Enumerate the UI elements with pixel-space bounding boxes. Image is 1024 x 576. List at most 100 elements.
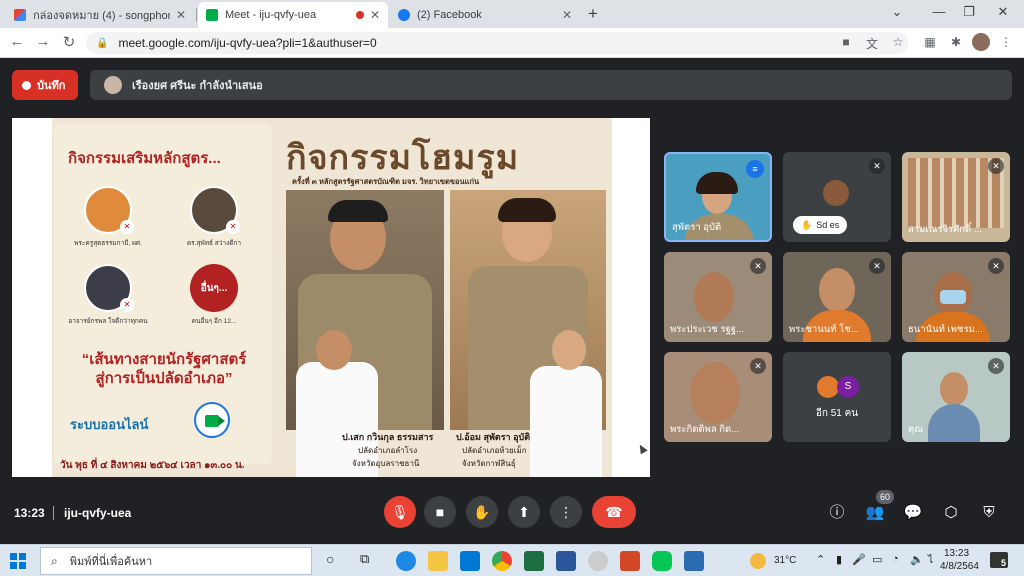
weather-icon[interactable] xyxy=(750,553,766,569)
meeting-code: iju-qvfy-uea xyxy=(64,506,132,520)
guest-3: ✕ อาจารย์กรพล ใจดีกว่าทุกคน xyxy=(58,264,158,326)
tab-meet[interactable]: Meet - iju-qvfy-uea ✕ xyxy=(198,2,388,28)
battery-icon[interactable]: ▮ xyxy=(836,553,842,566)
close-icon[interactable]: ✕ xyxy=(562,8,572,22)
more-participants-tile[interactable]: S อีก 51 คน xyxy=(783,352,891,442)
clock-date[interactable]: 4/8/2564 xyxy=(940,561,979,572)
guest-name: อาจารย์กรพล ใจดีกว่าทุกคน xyxy=(68,318,148,325)
present-now-button[interactable]: ⬆ xyxy=(508,496,540,528)
slide: กิจกรรมเสริมหลักสูตร... ✕ พระครูสุตธรรมก… xyxy=(52,118,612,477)
line-app-icon[interactable] xyxy=(652,551,672,571)
guest-2: ✕ ดร.สุพัทธ์ สว่างดีกา xyxy=(164,186,264,248)
store-icon[interactable] xyxy=(460,551,480,571)
slide-quote: “เส้นทางสายนักรัฐศาสตร์ สู่การเป็นปลัดอำ… xyxy=(64,350,264,388)
participant-tile-self[interactable]: ✕ คุณ xyxy=(902,352,1010,442)
cutout-female xyxy=(530,366,602,477)
raise-hand-button[interactable]: ✋ xyxy=(466,496,498,528)
more-participants-label: อีก 51 คน xyxy=(815,408,859,419)
input-language-icon[interactable]: ไ xyxy=(928,553,933,568)
close-icon[interactable]: ✕ xyxy=(370,8,380,22)
guest-more: อื่นๆ... คนอื่นๆ อีก 12... xyxy=(164,264,264,326)
tab-gmail[interactable]: กล่องจดหมาย (4) - songphon.cho@... ✕ xyxy=(6,2,194,28)
tab-search-icon[interactable]: ⌄ xyxy=(882,4,912,20)
host-controls-icon[interactable]: ⛨ xyxy=(978,502,1000,524)
task-view-icon[interactable]: ⧉ xyxy=(360,551,369,567)
window-close-icon[interactable]: ✕ xyxy=(988,4,1018,20)
minimize-icon[interactable]: — xyxy=(924,4,954,19)
chevron-up-icon[interactable]: ⌃ xyxy=(816,553,825,566)
videocam-icon: ■ xyxy=(435,504,445,520)
more-vert-icon: ⋮ xyxy=(559,504,573,520)
meeting-details-icon[interactable]: ⓘ xyxy=(826,502,848,524)
close-icon[interactable]: ✕ xyxy=(176,8,186,22)
mic-off-icon: ✕ xyxy=(750,358,766,374)
participant-tile[interactable]: ✕ พระประเวช รฐฐ... xyxy=(664,252,772,342)
maximize-icon[interactable]: ❐ xyxy=(954,4,984,20)
participant-tile-speaking[interactable]: ≡ สุพัตรา อุบัติ xyxy=(664,152,772,242)
photos-icon[interactable] xyxy=(684,551,704,571)
present-screen-icon: ⬆ xyxy=(518,504,530,520)
raised-hand-icon: ✋ xyxy=(801,219,813,230)
volume-icon[interactable]: 🔈 xyxy=(910,553,924,566)
powerpoint-icon[interactable] xyxy=(620,551,640,571)
mic-icon[interactable]: 🎤 xyxy=(852,553,866,566)
word-icon[interactable] xyxy=(556,551,576,571)
windows-start-icon[interactable] xyxy=(10,553,26,569)
wifi-icon[interactable]: ◔ xyxy=(892,553,899,565)
presentation-view[interactable]: กิจกรรมเสริมหลักสูตร... ✕ พระครูสุตธรรมก… xyxy=(12,118,650,477)
clock-time[interactable]: 13:23 xyxy=(944,548,969,559)
camera-icon[interactable]: ■ xyxy=(838,35,854,49)
meeting-time: 13:23 xyxy=(14,506,45,520)
file-explorer-icon[interactable] xyxy=(428,551,448,571)
camera-toggle-button[interactable]: ■ xyxy=(424,496,456,528)
apps-grid-icon[interactable]: ▦ xyxy=(922,35,938,49)
menu-kebab-icon[interactable]: ⋮ xyxy=(998,35,1014,49)
mic-off-icon: ✕ xyxy=(120,298,134,312)
person1-position: ปลัดอำเภอลำโรง xyxy=(358,446,418,455)
participant-tile[interactable]: ✕ ธนานันท์ เพชรม... xyxy=(902,252,1010,342)
participant-name: พระกิตติพล กิต... xyxy=(670,424,740,435)
taskbar-search[interactable]: ⌕ พิมพ์ที่นี่เพื่อค้นหา xyxy=(40,547,312,575)
chrome-icon[interactable] xyxy=(492,551,512,571)
participant-tile[interactable]: ✕ พระชานนท์ โช... xyxy=(783,252,891,342)
tab-facebook[interactable]: (2) Facebook ✕ xyxy=(390,2,580,28)
address-bar[interactable]: 🔒 meet.google.com/iju-qvfy-uea?pli=1&aut… xyxy=(86,32,908,54)
participant-tile[interactable]: ✕ สามเณรจิรศักดิ์ ... xyxy=(902,152,1010,242)
record-label: บันทึก xyxy=(37,80,66,92)
tool-icon[interactable] xyxy=(588,551,608,571)
person1-name: ป.เสก กวินกุล ธรรมสาร xyxy=(342,432,434,442)
leave-call-button[interactable]: ☎ xyxy=(592,496,636,528)
chat-icon[interactable]: 💬 xyxy=(902,502,924,524)
lock-icon: 🔒 xyxy=(96,37,109,49)
forward-icon[interactable]: → xyxy=(32,33,54,50)
participant-tile[interactable]: ✕ ✋ Sd es xyxy=(783,152,891,242)
mic-toggle-button[interactable]: 🎙 xyxy=(384,496,416,528)
cortana-icon[interactable]: ○ xyxy=(326,551,334,567)
mouse-cursor-icon xyxy=(636,442,648,455)
record-button[interactable]: บันทึก xyxy=(12,70,78,100)
more-options-button[interactable]: ⋮ xyxy=(550,496,582,528)
back-icon[interactable]: ← xyxy=(6,33,28,50)
participant-avatar xyxy=(817,376,839,398)
reload-icon[interactable]: ↻ xyxy=(58,33,80,51)
tab-title: กล่องจดหมาย (4) - songphon.cho@... xyxy=(33,10,170,22)
presenter-avatar xyxy=(104,76,122,94)
edge-icon[interactable] xyxy=(396,551,416,571)
people-icon[interactable]: 👥 xyxy=(864,502,886,524)
presenter-bar[interactable]: เรืองยศ ศรีนะ กำลังนำเสนอ xyxy=(90,70,1012,100)
participant-tile[interactable]: ✕ พระกิตติพล กิต... xyxy=(664,352,772,442)
new-tab-button[interactable]: + xyxy=(588,4,598,24)
translate-icon[interactable]: 文 xyxy=(864,35,880,52)
excel-icon[interactable] xyxy=(524,551,544,571)
activities-icon[interactable]: ⬡ xyxy=(940,502,962,524)
guest-photo: ✕ xyxy=(84,186,134,234)
extensions-icon[interactable]: ✱ xyxy=(948,35,964,49)
bookmark-star-icon[interactable]: ☆ xyxy=(890,35,906,49)
mic-off-icon: ✕ xyxy=(120,220,134,234)
profile-avatar[interactable] xyxy=(972,33,990,51)
face-mask xyxy=(940,290,966,304)
guest-name: ดร.สุพัทธ์ สว่างดีกา xyxy=(186,240,242,247)
network-icon[interactable]: ▭ xyxy=(872,553,882,566)
meet-icon xyxy=(206,9,218,21)
temperature[interactable]: 31°C xyxy=(774,555,796,566)
